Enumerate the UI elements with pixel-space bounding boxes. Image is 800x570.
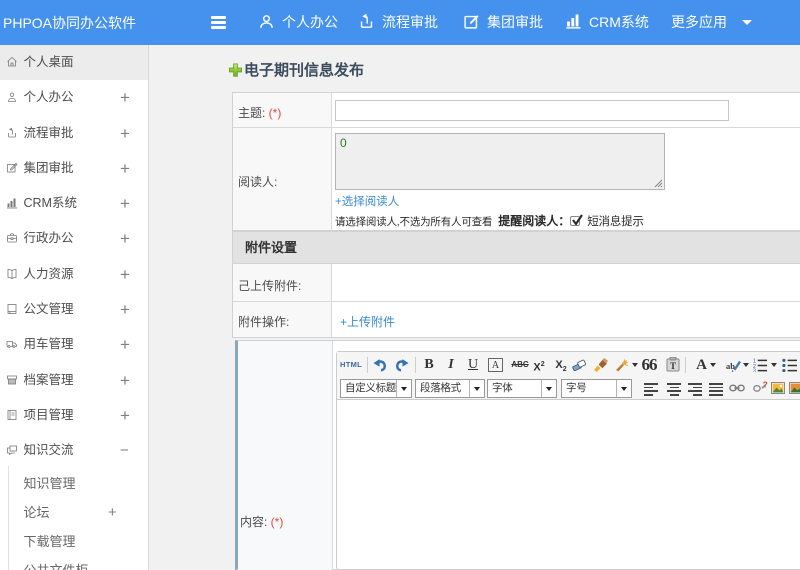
svg-text:?: ?: [763, 381, 768, 390]
svg-text:T: T: [670, 361, 676, 371]
svg-text:3: 3: [753, 368, 756, 372]
svg-text:ab: ab: [726, 362, 735, 371]
